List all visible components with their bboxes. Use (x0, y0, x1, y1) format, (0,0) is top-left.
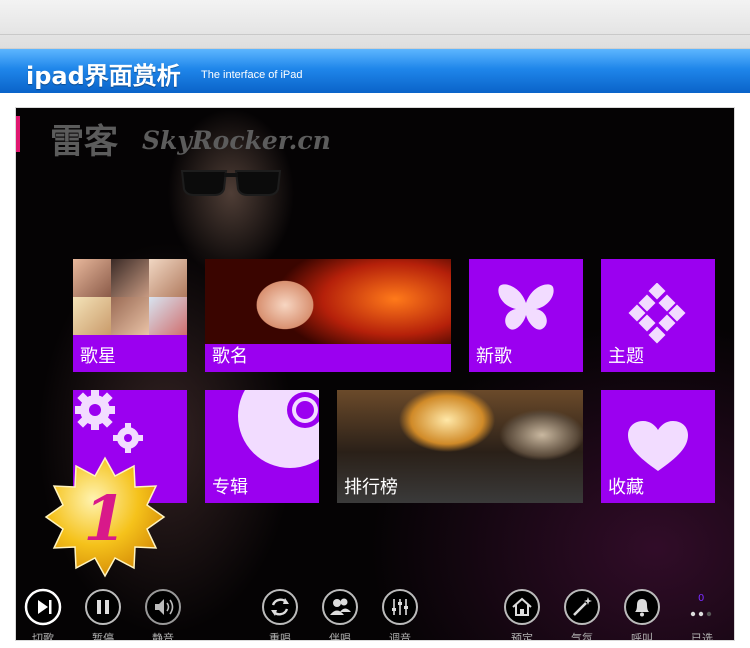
ipad-screen: 雷客 SkyRocker.cn 歌星 歌名 新歌 主题 专辑 排行榜 收藏 1 … (16, 108, 734, 640)
control-label: 已选 (691, 632, 713, 640)
home-icon (504, 589, 540, 625)
mixer-icon (382, 589, 418, 625)
accent-bar (16, 116, 20, 152)
pause-button[interactable]: 暂停 (78, 588, 128, 640)
selected-dots-icon (690, 611, 712, 617)
tile-favorites[interactable]: 收藏 (601, 390, 715, 503)
gears-icon (75, 390, 143, 453)
disc-icon (238, 390, 319, 468)
tile-label: 新歌 (476, 346, 512, 367)
control-label: 预定 (511, 632, 533, 640)
song-title-photo (205, 259, 451, 344)
next-track-button[interactable]: 切歌 (18, 588, 68, 640)
control-label: 呼叫 (631, 632, 653, 640)
page-subtitle: The interface of iPad (201, 69, 303, 81)
replay-button[interactable]: 重唱 (255, 588, 305, 640)
bell-icon (624, 589, 660, 625)
top-band (0, 0, 750, 49)
control-label: 切歌 (32, 632, 54, 640)
tile-label: 专辑 (212, 477, 248, 498)
tile-label: 排行榜 (344, 477, 398, 498)
brand-logo-cn: 雷客 (50, 122, 118, 162)
control-label: 重唱 (269, 632, 291, 640)
page-title: ipad界面赏析 (26, 62, 181, 90)
control-label: 静音 (152, 632, 174, 640)
control-label: 调音 (389, 632, 411, 640)
control-label: 暂停 (92, 632, 114, 640)
section-banner: ipad界面赏析 The interface of iPad (0, 49, 750, 93)
mute-button[interactable]: 静音 (138, 588, 188, 640)
tile-themes[interactable]: 主题 (601, 259, 715, 372)
tile-albums[interactable]: 专辑 (205, 390, 319, 503)
tile-label: 歌星 (80, 346, 116, 367)
tile-charts[interactable]: 排行榜 (337, 390, 583, 503)
atmosphere-button[interactable]: 气氛 (557, 588, 607, 640)
control-label: 伴唱 (329, 632, 351, 640)
badge-number: 1 (83, 482, 126, 555)
pause-icon (85, 589, 121, 625)
butterfly-icon (498, 284, 554, 330)
next-track-icon (24, 588, 62, 626)
glasses-shape (180, 170, 282, 196)
brand-logo-en: SkyRocker.cn (142, 126, 331, 155)
mixer-button[interactable]: 调音 (375, 588, 425, 640)
accompany-icon (322, 589, 358, 625)
accompany-button[interactable]: 伴唱 (315, 588, 365, 640)
reserve-button[interactable]: 预定 (497, 588, 547, 640)
diamond-cluster-icon (628, 283, 686, 344)
selected-count: 0 (698, 593, 705, 604)
number-badge: 1 (44, 456, 166, 578)
heart-icon (628, 421, 688, 471)
tile-singers[interactable]: 歌星 (73, 259, 187, 372)
tile-label: 收藏 (608, 477, 644, 498)
magic-wand-icon (564, 589, 600, 625)
singers-collage (73, 259, 187, 335)
tile-new-songs[interactable]: 新歌 (469, 259, 583, 372)
control-bar: 切歌 暂停 静音 重唱 伴唱 调音 预定 气氛 呼叫 已选 (16, 584, 734, 640)
tile-song-title[interactable]: 歌名 (205, 259, 451, 372)
tile-label: 歌名 (212, 346, 248, 367)
call-button[interactable]: 呼叫 (617, 588, 667, 640)
selected-songs-button[interactable]: 已选 (677, 602, 727, 640)
replay-icon (262, 589, 298, 625)
control-label: 气氛 (571, 632, 593, 640)
mute-icon (145, 589, 181, 625)
tile-label: 主题 (608, 346, 644, 367)
